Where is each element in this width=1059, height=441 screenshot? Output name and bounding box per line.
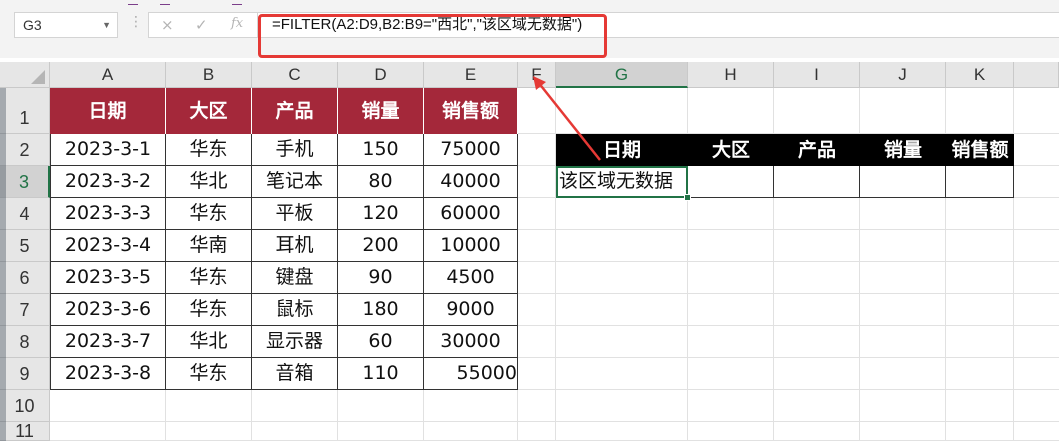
table-cell[interactable]: 90 — [338, 262, 424, 294]
result-cell[interactable] — [774, 166, 860, 198]
table-cell[interactable]: 音箱 — [252, 358, 338, 390]
result-header-cell[interactable]: 日期 — [556, 134, 688, 166]
table-header-cell[interactable]: 产品 — [252, 88, 338, 134]
table-cell[interactable]: 笔记本 — [252, 166, 338, 198]
row-header-9[interactable]: 9 — [0, 358, 50, 390]
table-cell[interactable]: 40000 — [424, 166, 518, 198]
column-header-i[interactable]: I — [774, 62, 860, 88]
table-cell[interactable]: 200 — [338, 230, 424, 262]
table-cell[interactable]: 华南 — [166, 230, 252, 262]
name-box[interactable]: G3 ▼ — [14, 12, 118, 38]
column-header-k[interactable]: K — [946, 62, 1014, 88]
table-cell[interactable]: 120 — [338, 198, 424, 230]
table-cell[interactable]: 80 — [338, 166, 424, 198]
table-cell[interactable]: 2023-3-8 — [50, 358, 166, 390]
enter-icon[interactable]: ✓ — [195, 16, 208, 34]
row-header-8[interactable]: 8 — [0, 326, 50, 358]
toolbar-icon[interactable] — [232, 0, 242, 5]
select-all-corner[interactable] — [0, 62, 50, 88]
table-cell[interactable]: 2023-3-6 — [50, 294, 166, 326]
table-cell[interactable]: 110 — [338, 358, 424, 390]
row-header-10[interactable]: 10 — [0, 390, 50, 422]
gridline — [50, 421, 1059, 422]
table-cell[interactable]: 华东 — [166, 134, 252, 166]
row-header-3[interactable]: 3 — [0, 166, 50, 198]
table-cell[interactable]: 显示器 — [252, 326, 338, 358]
table-cell[interactable]: 华东 — [166, 262, 252, 294]
row-header-1[interactable]: 1 — [0, 88, 50, 134]
active-cell-g3[interactable]: 该区域无数据 — [556, 166, 688, 198]
table-cell[interactable]: 华东 — [166, 358, 252, 390]
table-cell[interactable]: 10000 — [424, 230, 518, 262]
table-header-cell[interactable]: 日期 — [50, 88, 166, 134]
table-cell[interactable]: 华东 — [166, 198, 252, 230]
table-cell[interactable]: 180 — [338, 294, 424, 326]
cancel-icon[interactable]: × — [161, 16, 174, 34]
table-cell[interactable]: 2023-3-2 — [50, 166, 166, 198]
table-header-cell[interactable]: 销售额 — [424, 88, 518, 134]
table-cell[interactable]: 平板 — [252, 198, 338, 230]
table-cell[interactable]: 30000 — [424, 326, 518, 358]
ribbon-edge — [0, 0, 1059, 12]
fill-handle[interactable] — [684, 194, 691, 201]
table-cell[interactable]: 2023-3-7 — [50, 326, 166, 358]
table-cell[interactable]: 2023-3-4 — [50, 230, 166, 262]
result-header-cell[interactable]: 大区 — [688, 134, 774, 166]
table-cell[interactable]: 鼠标 — [252, 294, 338, 326]
toolbar-icon[interactable] — [160, 0, 170, 5]
window-edge — [0, 88, 6, 441]
result-cell[interactable] — [946, 166, 1014, 198]
table-cell[interactable]: 75000 — [424, 134, 518, 166]
table-cell[interactable]: 9000 — [424, 294, 518, 326]
row-header-6[interactable]: 6 — [0, 262, 50, 294]
column-header-d[interactable]: D — [338, 62, 424, 88]
chevron-down-icon[interactable]: ▼ — [102, 13, 111, 37]
name-box-value: G3 — [23, 17, 42, 33]
result-header-cell[interactable]: 销量 — [860, 134, 946, 166]
row-header-4[interactable]: 4 — [0, 198, 50, 230]
table-cell[interactable]: 60000 — [424, 198, 518, 230]
table-cell[interactable]: 60 — [338, 326, 424, 358]
result-header-cell[interactable]: 销售额 — [946, 134, 1014, 166]
row-header-2[interactable]: 2 — [0, 134, 50, 166]
column-header-c[interactable]: C — [252, 62, 338, 88]
table-header-cell[interactable]: 大区 — [166, 88, 252, 134]
column-header-h[interactable]: H — [688, 62, 774, 88]
column-header-f[interactable]: F — [518, 62, 556, 88]
table-cell[interactable]: 手机 — [252, 134, 338, 166]
more-icon: ⋮ — [129, 14, 143, 30]
formula-input[interactable]: =FILTER(A2:D9,B2:B9="西北","该区域无数据") — [258, 12, 1059, 38]
result-cell[interactable] — [688, 166, 774, 198]
table-cell[interactable]: 键盘 — [252, 262, 338, 294]
column-header-j[interactable]: J — [860, 62, 946, 88]
table-cell[interactable]: 2023-3-3 — [50, 198, 166, 230]
column-header-filler — [1014, 62, 1059, 88]
table-cell[interactable]: 华东 — [166, 294, 252, 326]
table-cell[interactable]: 55000 — [424, 358, 518, 390]
table-cell[interactable]: 耳机 — [252, 230, 338, 262]
table-cell[interactable]: 2023-3-1 — [50, 134, 166, 166]
column-header-e[interactable]: E — [424, 62, 518, 88]
table-cell[interactable]: 4500 — [424, 262, 518, 294]
table-cell[interactable]: 150 — [338, 134, 424, 166]
result-cell[interactable] — [860, 166, 946, 198]
row-header-11[interactable]: 11 — [0, 422, 50, 441]
result-header-cell[interactable]: 产品 — [774, 134, 860, 166]
row-header-7[interactable]: 7 — [0, 294, 50, 326]
table-cell[interactable]: 2023-3-5 — [50, 262, 166, 294]
row-header-5[interactable]: 5 — [0, 230, 50, 262]
toolbar-icon[interactable] — [128, 0, 138, 5]
column-header-a[interactable]: A — [50, 62, 166, 88]
formula-actions: × ✓ fx — [148, 12, 258, 38]
table-cell[interactable]: 华北 — [166, 326, 252, 358]
column-header-b[interactable]: B — [166, 62, 252, 88]
table-cell[interactable]: 华北 — [166, 166, 252, 198]
table-header-cell[interactable]: 销量 — [338, 88, 424, 134]
column-header-g[interactable]: G — [556, 62, 688, 88]
insert-function-icon[interactable]: fx — [231, 16, 243, 31]
